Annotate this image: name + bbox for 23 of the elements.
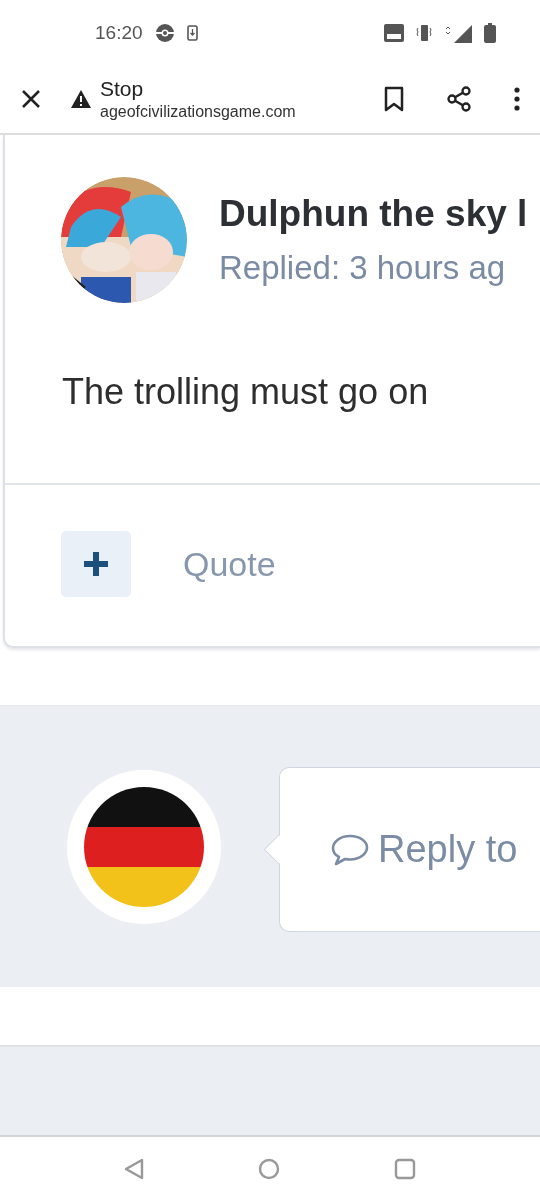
reply-prompt: Reply to — [378, 828, 518, 871]
status-time: 16:20 — [95, 21, 143, 44]
speech-bubble-icon — [330, 832, 370, 867]
share-icon[interactable] — [446, 86, 472, 112]
quote-button[interactable]: Quote — [183, 544, 276, 584]
home-icon[interactable] — [258, 1157, 280, 1180]
recents-icon[interactable] — [394, 1157, 416, 1180]
add-button[interactable] — [61, 531, 131, 597]
vibrate-icon — [416, 23, 432, 42]
reply-prompt-bubble[interactable]: Reply to — [279, 767, 540, 932]
battery-icon — [484, 22, 496, 43]
author-name[interactable]: Dulphun the sky l — [219, 193, 528, 235]
close-icon[interactable] — [20, 88, 42, 110]
warning-icon — [70, 89, 92, 109]
download-icon — [186, 24, 198, 41]
back-icon[interactable] — [124, 1157, 144, 1180]
page-title: Stop — [100, 77, 145, 101]
bookmark-icon[interactable] — [384, 86, 404, 112]
plus-icon — [82, 550, 110, 578]
page-url: ageofcivilizationsgame.com — [100, 103, 297, 121]
post-text: The trolling must go on — [61, 370, 430, 414]
reply-time: Replied: 3 hours ag — [219, 249, 507, 287]
more-icon[interactable] — [514, 87, 520, 111]
